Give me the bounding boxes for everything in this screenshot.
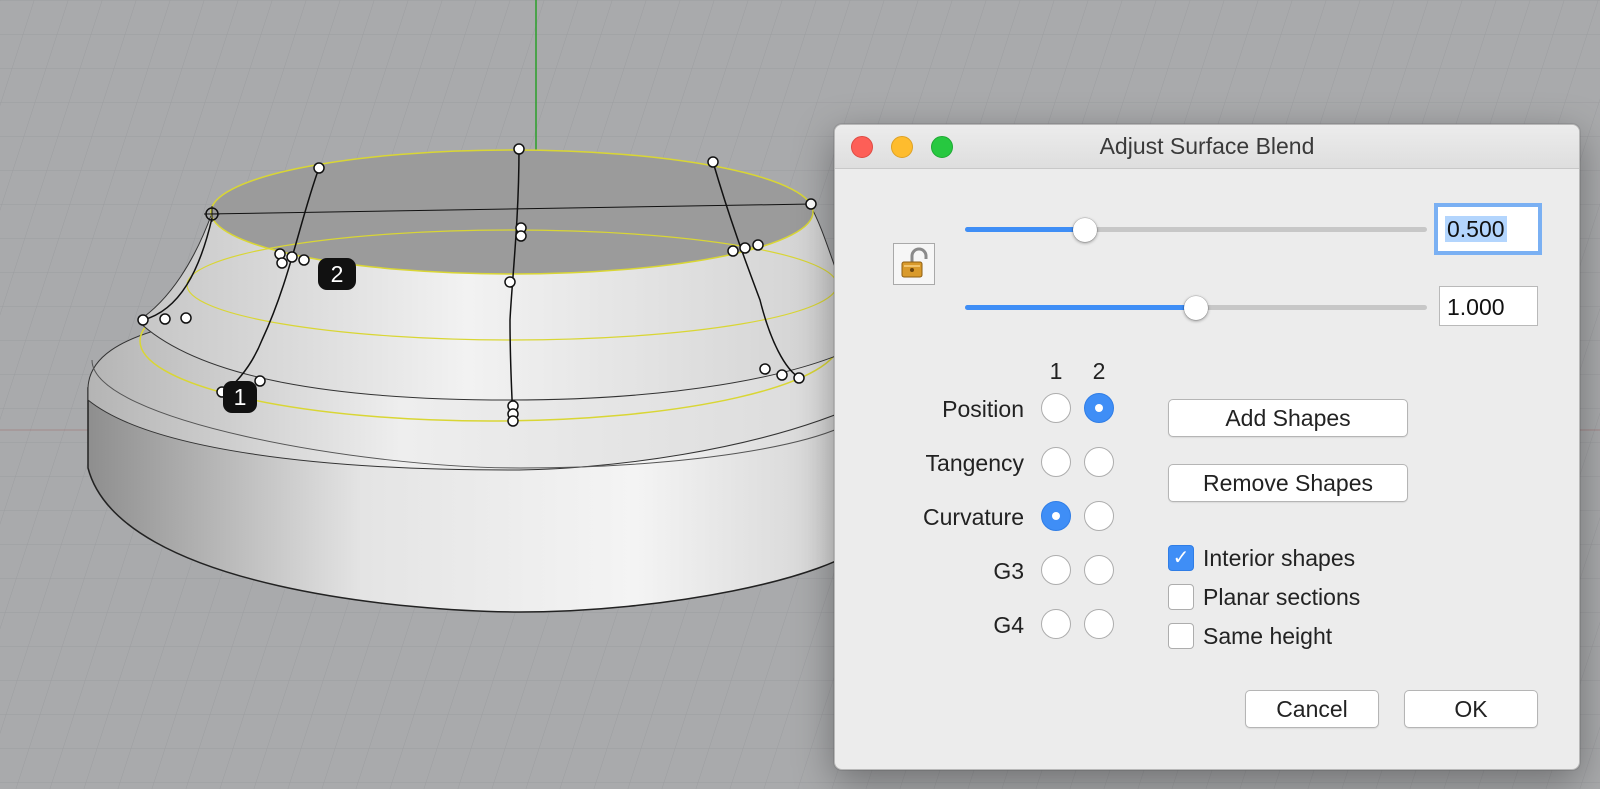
planar-sections-label: Planar sections <box>1203 584 1361 610</box>
slider-fill <box>965 227 1086 232</box>
curvature-radio-side-1[interactable] <box>1041 501 1071 531</box>
lock-sliders-button[interactable] <box>893 243 935 285</box>
control-point[interactable] <box>286 251 298 263</box>
adjust-surface-blend-dialog: Adjust Surface Blend 0.500 1.000 1 2 Pos… <box>834 124 1580 770</box>
control-point[interactable] <box>504 276 516 288</box>
control-point[interactable] <box>759 363 771 375</box>
point-label-2: 2 <box>331 261 344 287</box>
control-point[interactable] <box>507 415 519 427</box>
interior-shapes-checkbox[interactable]: ✓ <box>1168 545 1194 571</box>
curvature-radio-side-2[interactable] <box>1084 501 1114 531</box>
control-point[interactable] <box>776 369 788 381</box>
control-point[interactable] <box>254 375 266 387</box>
blend-slider-1[interactable] <box>965 218 1427 242</box>
g4-radio-side-2[interactable] <box>1084 609 1114 639</box>
g3-radio-side-1[interactable] <box>1041 555 1071 585</box>
control-point[interactable] <box>707 156 719 168</box>
tangency-radio-side-2[interactable] <box>1084 447 1114 477</box>
control-point[interactable] <box>752 239 764 251</box>
cancel-button[interactable]: Cancel <box>1245 690 1379 728</box>
slider-fill <box>965 305 1196 310</box>
control-point[interactable] <box>739 242 751 254</box>
blend-slider-2[interactable] <box>965 296 1427 320</box>
row-label-tangency: Tangency <box>925 450 1024 476</box>
column-header-2: 2 <box>1092 358 1106 384</box>
row-label-g3: G3 <box>993 558 1024 584</box>
control-point[interactable] <box>180 312 192 324</box>
control-point[interactable] <box>727 245 739 257</box>
control-point[interactable] <box>793 372 805 384</box>
row-label-curvature: Curvature <box>923 504 1024 530</box>
control-point[interactable] <box>515 230 527 242</box>
control-point[interactable] <box>137 314 149 326</box>
dialog-title: Adjust Surface Blend <box>1099 133 1315 159</box>
row-label-position: Position <box>942 396 1024 422</box>
add-shapes-button[interactable]: Add Shapes <box>1168 399 1408 437</box>
control-point[interactable] <box>276 257 288 269</box>
position-radio-side-1[interactable] <box>1041 393 1071 423</box>
g4-radio-side-1[interactable] <box>1041 609 1071 639</box>
same-height-label: Same height <box>1203 623 1333 649</box>
tangency-radio-side-1[interactable] <box>1041 447 1071 477</box>
padlock-icon <box>901 247 928 278</box>
control-point[interactable] <box>159 313 171 325</box>
interior-shapes-label: Interior shapes <box>1203 545 1356 571</box>
planar-sections-checkbox[interactable] <box>1168 584 1194 610</box>
control-point[interactable] <box>313 162 325 174</box>
remove-shapes-button[interactable]: Remove Shapes <box>1168 464 1408 502</box>
slider-2-value-text: 1.000 <box>1447 294 1505 320</box>
ok-button[interactable]: OK <box>1404 690 1538 728</box>
slider-thumb[interactable] <box>1073 218 1098 242</box>
position-radio-side-2[interactable] <box>1084 393 1114 423</box>
point-label-1: 1 <box>234 384 247 410</box>
g3-radio-side-2[interactable] <box>1084 555 1114 585</box>
same-height-checkbox[interactable] <box>1168 623 1194 649</box>
slider-1-value-field[interactable]: 0.500 <box>1438 207 1538 251</box>
control-point[interactable] <box>298 254 310 266</box>
slider-thumb[interactable] <box>1184 296 1208 320</box>
control-point[interactable] <box>513 143 525 155</box>
slider-1-value-text: 0.500 <box>1445 216 1507 242</box>
column-header-1: 1 <box>1049 358 1063 384</box>
title-bar[interactable]: Adjust Surface Blend <box>835 125 1579 169</box>
row-label-g4: G4 <box>993 612 1024 638</box>
slider-2-value-field[interactable]: 1.000 <box>1439 286 1538 326</box>
control-point[interactable] <box>805 198 817 210</box>
